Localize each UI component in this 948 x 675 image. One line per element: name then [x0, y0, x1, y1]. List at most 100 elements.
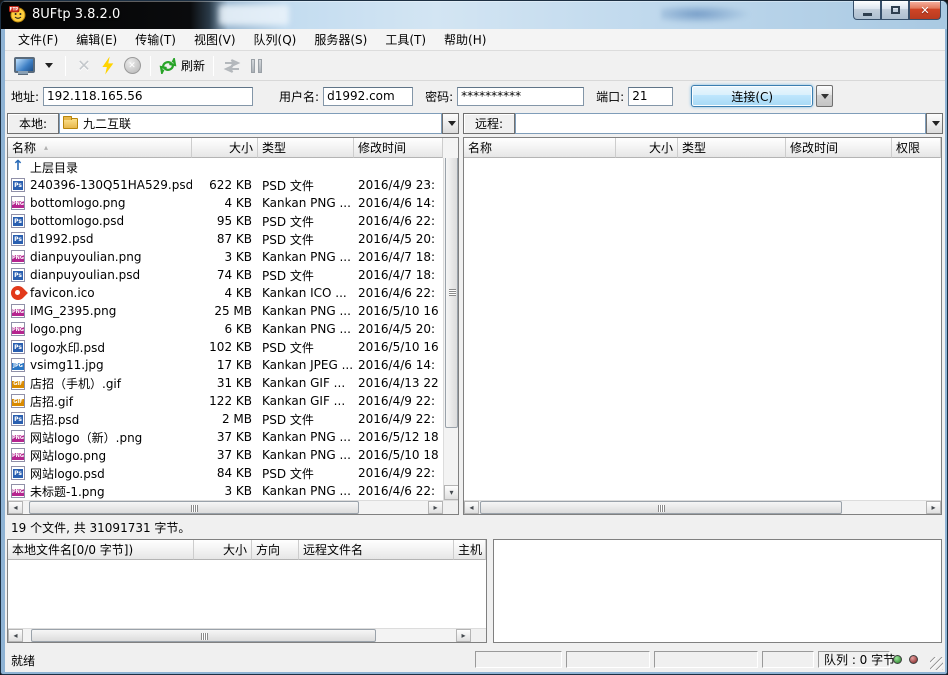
scrollbar-thumb[interactable] [29, 501, 359, 514]
scroll-right-button[interactable]: ▸ [428, 501, 443, 514]
file-row[interactable]: 网站logo（新）.png 37 KB Kankan PNG ... 2016/… [8, 428, 443, 446]
column-header-size[interactable]: 大小 [194, 540, 252, 560]
file-row[interactable]: 网站logo.png 37 KB Kankan PNG ... 2016/5/1… [8, 446, 443, 464]
menu-item[interactable]: 队列(Q) [245, 29, 306, 50]
remote-label-button[interactable]: 远程: [463, 113, 515, 134]
quick-connect-icon [101, 57, 115, 75]
scroll-down-button[interactable]: ▾ [444, 485, 458, 500]
column-header-size[interactable]: 大小 [192, 138, 258, 158]
maximize-button[interactable] [881, 1, 909, 20]
file-size: 2 MB [192, 412, 258, 426]
file-size: 31 KB [192, 376, 258, 390]
menu-item[interactable]: 工具(T) [376, 29, 435, 50]
local-path-dropdown[interactable] [442, 113, 459, 134]
resize-grip[interactable] [930, 657, 943, 670]
menu-item[interactable]: 帮助(H) [435, 29, 495, 50]
file-row[interactable]: 店招.psd 2 MB PSD 文件 2016/4/9 22: [8, 410, 443, 428]
file-row[interactable]: dianpuyoulian.psd 74 KB PSD 文件 2016/4/7 … [8, 266, 443, 284]
column-header-size[interactable]: 大小 [616, 138, 678, 158]
column-header-name[interactable]: 名称 [464, 138, 616, 158]
file-row[interactable]: 店招.gif 122 KB Kankan GIF ... 2016/4/9 22… [8, 392, 443, 410]
connect-dropdown-button[interactable] [35, 54, 59, 78]
scroll-right-button[interactable]: ▸ [456, 629, 471, 642]
file-type: Kankan PNG ... [258, 250, 354, 264]
connect-server-button[interactable] [11, 54, 35, 78]
column-header-date[interactable]: 修改时间 [354, 138, 443, 158]
close-button[interactable]: ✕ [909, 1, 941, 20]
file-row[interactable]: IMG_2395.png 25 MB Kankan PNG ... 2016/5… [8, 302, 443, 320]
column-header-permissions[interactable]: 权限 [892, 138, 941, 158]
scroll-left-button[interactable]: ◂ [8, 501, 23, 514]
file-date: 2016/5/12 18 [354, 430, 443, 444]
scroll-right-button[interactable]: ▸ [926, 501, 941, 514]
quick-connect-button[interactable] [96, 54, 120, 78]
column-header-name[interactable]: 名称▴ [8, 138, 192, 158]
scrollbar-thumb[interactable] [480, 501, 842, 514]
file-row[interactable]: logo水印.psd 102 KB PSD 文件 2016/5/10 16 [8, 338, 443, 356]
column-header-direction[interactable]: 方向 [252, 540, 299, 560]
file-row[interactable]: favicon.ico 4 KB Kankan ICO ... 2016/4/6… [8, 284, 443, 302]
file-row[interactable]: 店招（手机）.gif 31 KB Kankan GIF ... 2016/4/1… [8, 374, 443, 392]
file-size: 17 KB [192, 358, 258, 372]
file-size: 95 KB [192, 214, 258, 228]
file-row[interactable]: 网站logo.psd 84 KB PSD 文件 2016/4/9 22: [8, 464, 443, 482]
remote-path-combo[interactable] [515, 113, 926, 134]
file-row[interactable]: vsimg11.jpg 17 KB Kankan JPEG ... 2016/4… [8, 356, 443, 374]
app-window: FTP 8UFtp 3.8.2.0 ✕ 文件(F)编辑(E)传输(T)视图(V)… [0, 0, 948, 675]
column-header-type[interactable]: 类型 [678, 138, 786, 158]
local-label-button[interactable]: 本地: [7, 113, 59, 134]
file-name: vsimg11.jpg [30, 358, 104, 372]
menu-item[interactable]: 传输(T) [126, 29, 185, 50]
scrollbar-track[interactable] [479, 501, 926, 514]
file-row[interactable]: bottomlogo.psd 95 KB PSD 文件 2016/4/6 22: [8, 212, 443, 230]
menu-item[interactable]: 服务器(S) [305, 29, 376, 50]
address-input[interactable] [43, 87, 253, 106]
dropdown-caret-icon [932, 121, 940, 126]
menu-item[interactable]: 视图(V) [185, 29, 245, 50]
refresh-button[interactable]: 刷新 [157, 54, 207, 78]
file-row[interactable]: 未标题-1.png 3 KB Kankan PNG ... 2016/4/6 2… [8, 482, 443, 500]
file-type: PSD 文件 [258, 411, 354, 428]
disconnect-button[interactable]: ✕ [72, 54, 96, 78]
refresh-icon [159, 58, 177, 74]
local-vertical-scrollbar[interactable]: ▴ ▾ [443, 158, 458, 500]
local-horizontal-scrollbar[interactable]: ◂ ▸ [8, 500, 458, 514]
column-header-remote-filename[interactable]: 远程文件名 [299, 540, 454, 560]
status-ready-text: 就绪 [11, 652, 35, 669]
password-input[interactable] [457, 87, 584, 106]
column-header-local-filename[interactable]: 本地文件名[0/0 字节]) [8, 540, 194, 560]
minimize-icon [863, 13, 872, 16]
file-row[interactable]: d1992.psd 87 KB PSD 文件 2016/4/5 20: [8, 230, 443, 248]
file-row[interactable]: logo.png 6 KB Kankan PNG ... 2016/4/5 20… [8, 320, 443, 338]
remote-horizontal-scrollbar[interactable]: ◂ ▸ [464, 500, 941, 514]
file-type: PSD 文件 [258, 177, 354, 194]
remote-path-dropdown[interactable] [926, 113, 943, 134]
scroll-left-button[interactable]: ◂ [464, 501, 479, 514]
port-input[interactable] [628, 87, 673, 106]
local-path-combo[interactable]: 九二互联 [59, 113, 442, 134]
transfer-button[interactable] [220, 54, 244, 78]
file-type: Kankan PNG ... [258, 322, 354, 336]
file-row[interactable]: 上层目录 [8, 158, 443, 176]
minimize-button[interactable] [853, 1, 881, 20]
connect-options-button[interactable] [816, 85, 833, 107]
file-row[interactable]: 240396-130Q51HA529.psd 622 KB PSD 文件 201… [8, 176, 443, 194]
menu-item[interactable]: 文件(F) [9, 29, 67, 50]
abort-button[interactable] [120, 54, 144, 78]
scrollbar-thumb[interactable] [31, 629, 376, 642]
menu-item[interactable]: 编辑(E) [67, 29, 126, 50]
column-header-type[interactable]: 类型 [258, 138, 354, 158]
scrollbar-track[interactable] [23, 501, 428, 514]
scrollbar-thumb[interactable] [445, 158, 458, 428]
username-input[interactable] [323, 87, 413, 106]
scroll-left-button[interactable]: ◂ [8, 629, 23, 642]
file-type: Kankan JPEG ... [258, 358, 354, 372]
file-row[interactable]: bottomlogo.png 4 KB Kankan PNG ... 2016/… [8, 194, 443, 212]
scrollbar-track[interactable] [23, 629, 456, 642]
queue-horizontal-scrollbar[interactable]: ◂ ▸ [8, 628, 486, 642]
file-row[interactable]: dianpuyoulian.png 3 KB Kankan PNG ... 20… [8, 248, 443, 266]
pause-button[interactable] [244, 54, 268, 78]
connect-button[interactable]: 连接(C) [691, 85, 813, 107]
column-header-date[interactable]: 修改时间 [786, 138, 892, 158]
column-header-host[interactable]: 主机 [454, 540, 486, 560]
